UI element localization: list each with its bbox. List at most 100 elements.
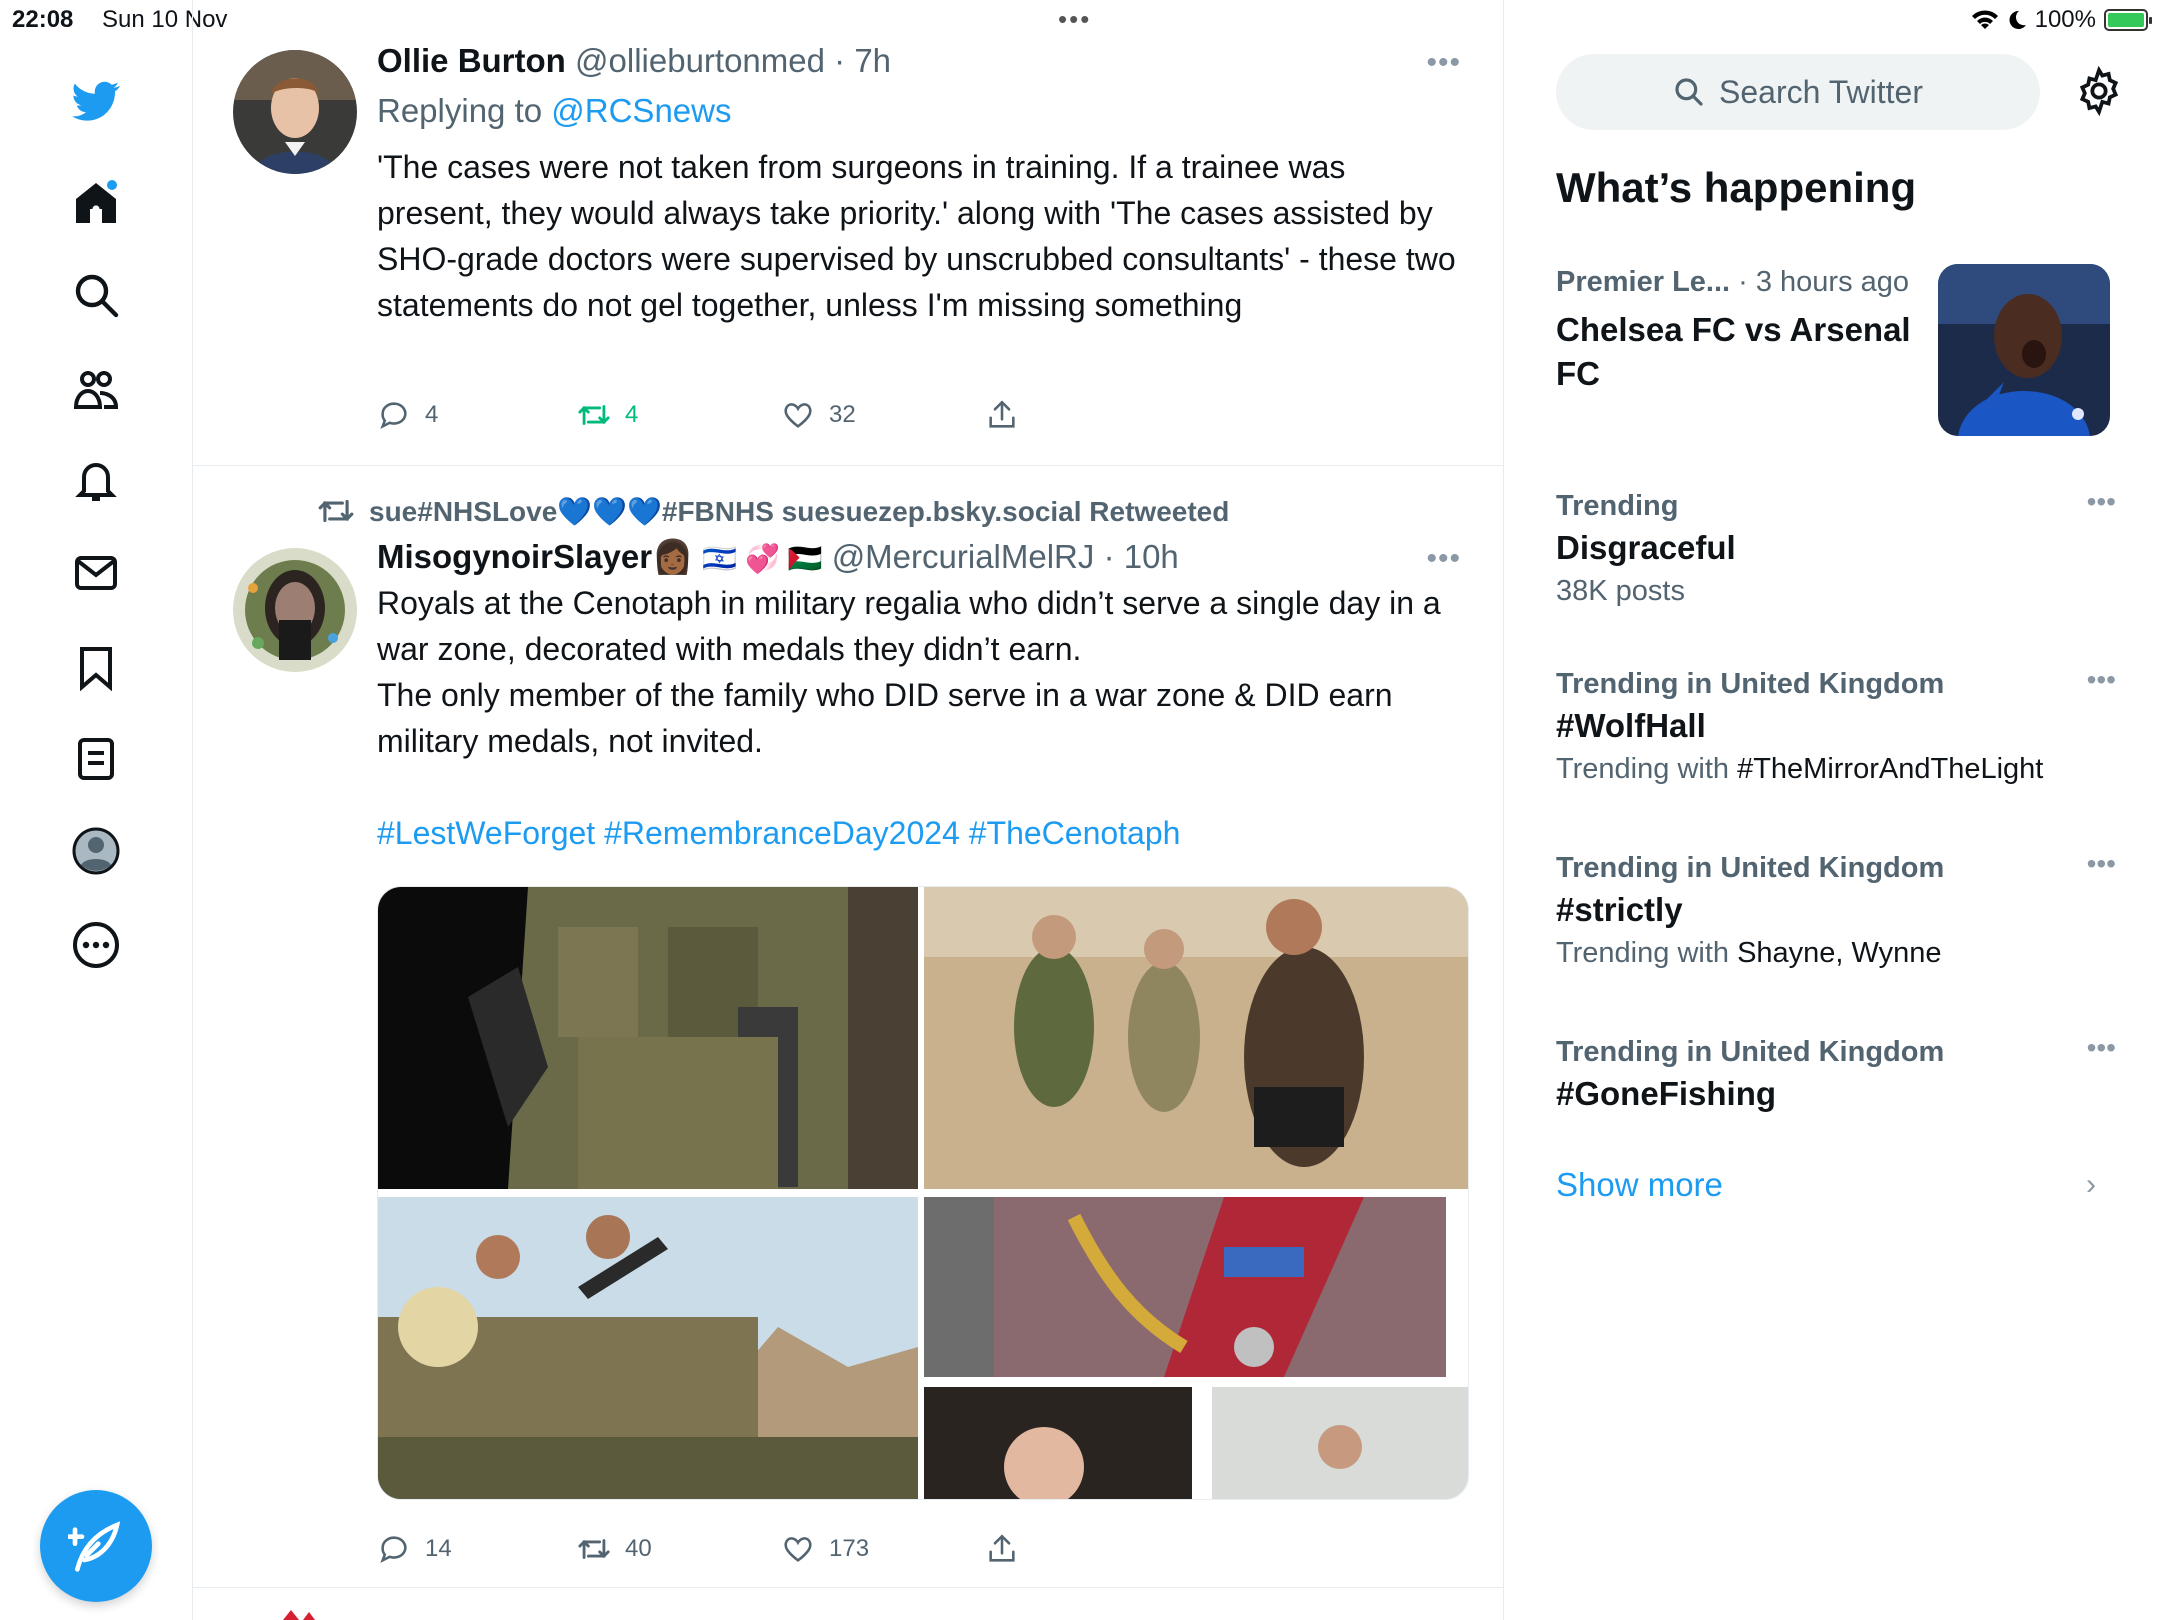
communities-icon[interactable] <box>61 354 131 424</box>
compose-feather-icon <box>68 1521 121 1572</box>
more-options-icon[interactable] <box>61 910 131 980</box>
heart-icon <box>784 1537 812 1562</box>
trend-item[interactable]: Trending in United Kingdom #GoneFishing … <box>1556 1032 2116 1116</box>
tweet-body: Ollie Burton @ollieburtonmed · 7h Replyi… <box>377 40 1467 328</box>
avatar-misogynoirslayer[interactable] <box>233 548 357 672</box>
compose-tweet-button[interactable] <box>40 1490 152 1602</box>
trend-item[interactable]: Trending Disgraceful 38K posts ••• <box>1556 486 2116 612</box>
retweet-count: 4 <box>625 401 639 428</box>
tweet-text: Royals at the Cenotaph in military regal… <box>377 585 1441 759</box>
media-image-4[interactable] <box>924 1197 1468 1499</box>
search-bar[interactable]: Search Twitter <box>1556 54 2040 130</box>
tweet-body: MisogynoirSlayer👩🏾 🇮🇱 💞 🇵🇸 @MercurialMel… <box>377 536 1467 856</box>
right-sidebar: Search Twitter What’s happening Premier … <box>1504 0 2160 1620</box>
share-icon <box>989 400 1015 428</box>
media-image-3[interactable] <box>378 1197 918 1499</box>
notifications-bell-icon[interactable] <box>61 446 131 516</box>
reply-icon <box>380 402 407 429</box>
trend-category: Trending in United Kingdom <box>1556 1036 1945 1068</box>
media-image-2[interactable] <box>924 887 1468 1189</box>
trend-title: #WolfHall <box>1556 707 1706 744</box>
retweet-count: 40 <box>625 1535 652 1562</box>
replying-to-link[interactable]: @RCSnews <box>551 92 731 129</box>
trend-category-name: Premier Le... <box>1556 266 1731 298</box>
search-placeholder: Search Twitter <box>1719 73 1923 110</box>
trend-sub-related: Shayne, Wynne <box>1737 937 1942 969</box>
settings-gear-icon[interactable] <box>2074 65 2124 117</box>
tweet-ollie-burton[interactable]: Ollie Burton @ollieburtonmed · 7h Replyi… <box>193 0 1503 466</box>
share-icon <box>989 1534 1015 1562</box>
status-time: 22:08 <box>12 6 74 33</box>
trend-title: #strictly <box>1556 891 1683 928</box>
author-handle[interactable]: @MercurialMelRJ <box>832 538 1095 575</box>
tweet-misogynoirslayer[interactable]: sue#NHSLove💙💙💙#FBNHS suesuezep.bsky.soci… <box>193 466 1503 1588</box>
lists-icon[interactable] <box>61 724 131 794</box>
replying-prefix: Replying to <box>377 92 552 129</box>
show-more-link[interactable]: Show more <box>1556 1166 1723 1204</box>
next-tweet-avatar-peek[interactable] <box>273 1606 333 1620</box>
author-handle[interactable]: @ollieburtonmed <box>575 42 825 79</box>
reply-button[interactable]: 4 <box>377 398 577 432</box>
tweet-time[interactable]: · 7h <box>834 42 891 79</box>
avatar-ollie-burton[interactable] <box>233 50 357 174</box>
retweeted-by-text[interactable]: sue#NHSLove💙💙💙#FBNHS suesuezep.bsky.soci… <box>369 495 1229 528</box>
tweet-more-icon[interactable]: ••• <box>1426 46 1461 80</box>
trend-thumbnail[interactable] <box>1938 264 2110 436</box>
trend-more-icon[interactable]: ••• <box>2087 848 2116 880</box>
reply-icon <box>380 1536 407 1563</box>
retweet-button[interactable]: 4 <box>577 398 781 432</box>
trend-more-icon[interactable]: ••• <box>2087 486 2116 518</box>
tweet-header: MisogynoirSlayer👩🏾 🇮🇱 💞 🇵🇸 @MercurialMel… <box>377 536 1467 580</box>
trend-title: Chelsea FC vs Arsenal FC <box>1556 311 1911 392</box>
tweet-hashtags[interactable]: #LestWeForget #RemembranceDay2024 #TheCe… <box>377 810 1467 856</box>
trend-item[interactable]: Trending in United Kingdom #strictly Tre… <box>1556 848 2116 974</box>
timeline[interactable]: Ollie Burton @ollieburtonmed · 7h Replyi… <box>192 0 1504 1620</box>
profile-avatar-icon[interactable] <box>61 816 131 886</box>
retweet-icon <box>318 499 354 523</box>
trend-more-icon[interactable]: ••• <box>2087 664 2116 696</box>
author-name[interactable]: Ollie Burton <box>377 42 566 79</box>
trend-category: Trending in United Kingdom <box>1556 852 1945 884</box>
trend-sub: Trending with #TheMirrorAndTheLight <box>1556 748 2116 790</box>
reply-count: 4 <box>425 401 439 428</box>
like-button[interactable]: 173 <box>781 1532 985 1566</box>
trend-posts: 38K posts <box>1556 575 1685 607</box>
messages-envelope-icon[interactable] <box>61 538 131 608</box>
trend-sub-related: #TheMirrorAndTheLight <box>1737 753 2044 785</box>
trend-category: Trending <box>1556 490 1679 522</box>
share-button[interactable] <box>985 398 1019 432</box>
like-count: 173 <box>829 1535 870 1562</box>
trend-sub: Trending with Shayne, Wynne <box>1556 932 2116 974</box>
search-icon <box>1675 78 1703 106</box>
home-icon[interactable] <box>61 168 131 238</box>
trend-title: Disgraceful <box>1556 529 1736 566</box>
trend-item[interactable]: Trending in United Kingdom #WolfHall Tre… <box>1556 664 2116 790</box>
trend-title: #GoneFishing <box>1556 1075 1777 1112</box>
like-count: 32 <box>829 401 856 428</box>
replying-to: Replying to @RCSnews <box>377 90 1467 132</box>
twitter-logo-icon[interactable] <box>61 66 131 136</box>
retweet-icon <box>578 405 610 425</box>
tweet-time[interactable]: · 10h <box>1104 538 1179 575</box>
reply-button[interactable]: 14 <box>377 1532 577 1566</box>
trend-sub-prefix: Trending with <box>1556 753 1738 785</box>
like-button[interactable]: 32 <box>781 398 985 432</box>
trend-category: Trending in United Kingdom <box>1556 668 1945 700</box>
left-nav <box>0 40 192 1620</box>
tweet-actions: 4 4 32 <box>377 398 1019 432</box>
whats-happening-title: What’s happening <box>1556 164 1917 211</box>
trend-more-icon[interactable]: ••• <box>2087 1032 2116 1064</box>
author-name[interactable]: MisogynoirSlayer👩🏾 <box>377 538 693 575</box>
explore-search-icon[interactable] <box>61 260 131 330</box>
share-button[interactable] <box>985 1532 1019 1566</box>
retweet-icon <box>578 1539 610 1559</box>
tweet-actions: 14 40 173 <box>377 1532 1019 1566</box>
tweet-media-grid[interactable] <box>377 886 1469 1500</box>
media-image-1[interactable] <box>378 887 918 1189</box>
tweet-more-icon[interactable]: ••• <box>1426 542 1461 576</box>
retweet-button[interactable]: 40 <box>577 1532 781 1566</box>
author-flags: 🇮🇱 💞 🇵🇸 <box>702 543 823 574</box>
bookmarks-icon[interactable] <box>61 632 131 702</box>
trend-meta: · 3 hours ago <box>1730 266 1910 298</box>
chevron-right-icon: › <box>2086 1168 2096 1201</box>
